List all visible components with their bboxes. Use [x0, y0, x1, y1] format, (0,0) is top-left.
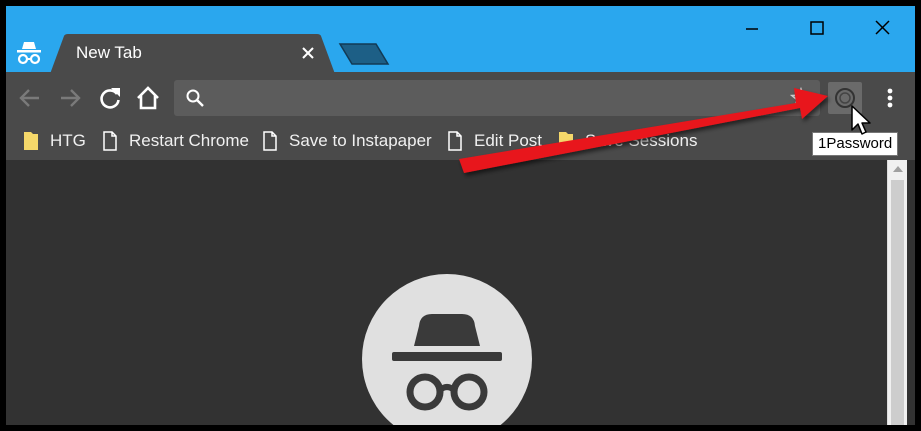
- bookmark-label: Restart Chrome: [129, 131, 249, 150]
- bookmarks-bar: HTG Restart Chrome Save to Instapaper Ed…: [6, 122, 915, 160]
- page-icon: [448, 131, 462, 151]
- bookmark-htg[interactable]: HTG: [22, 128, 86, 154]
- back-icon[interactable]: [16, 84, 44, 112]
- folder-icon: [559, 132, 573, 150]
- bookmark-restart-chrome[interactable]: Restart Chrome: [101, 128, 249, 154]
- folder-icon: [24, 132, 38, 150]
- minimize-button[interactable]: [728, 10, 776, 46]
- mouse-cursor-icon: [851, 105, 871, 135]
- bookmark-star-icon[interactable]: [790, 87, 812, 109]
- bookmark-save-sessions[interactable]: Save Sessions: [557, 128, 697, 154]
- home-icon[interactable]: [134, 84, 162, 112]
- search-icon: [186, 89, 204, 107]
- bookmark-label: HTG: [50, 131, 86, 150]
- incognito-icon: [362, 274, 532, 425]
- new-tab-button[interactable]: [338, 42, 390, 66]
- toolbar: [6, 72, 915, 122]
- bookmark-label: Edit Post: [474, 131, 543, 150]
- close-window-button[interactable]: [858, 10, 906, 46]
- browser-window: New Tab HTG Restart Chrome Save to Insta…: [6, 6, 915, 425]
- forward-icon[interactable]: [56, 84, 84, 112]
- bookmark-label: Save Sessions: [585, 131, 698, 150]
- scroll-up-arrow-icon[interactable]: [892, 164, 904, 174]
- address-bar[interactable]: [174, 80, 820, 116]
- menu-icon[interactable]: [878, 84, 902, 112]
- tab-title: New Tab: [76, 43, 142, 62]
- bookmark-label: Save to Instapaper: [289, 131, 432, 150]
- scrollbar-thumb[interactable]: [891, 180, 904, 425]
- reload-icon[interactable]: [96, 84, 124, 112]
- scrollbar[interactable]: [887, 160, 907, 425]
- incognito-icon: [17, 42, 41, 65]
- close-tab-icon[interactable]: [299, 44, 317, 62]
- page-icon: [263, 131, 277, 151]
- page-icon: [103, 131, 117, 151]
- bookmark-save-to-instapaper[interactable]: Save to Instapaper: [261, 128, 432, 154]
- title-bar: New Tab: [6, 6, 915, 74]
- bookmark-edit-post[interactable]: Edit Post: [446, 128, 542, 154]
- tab-new-tab[interactable]: New Tab: [50, 34, 335, 74]
- maximize-button[interactable]: [793, 10, 841, 46]
